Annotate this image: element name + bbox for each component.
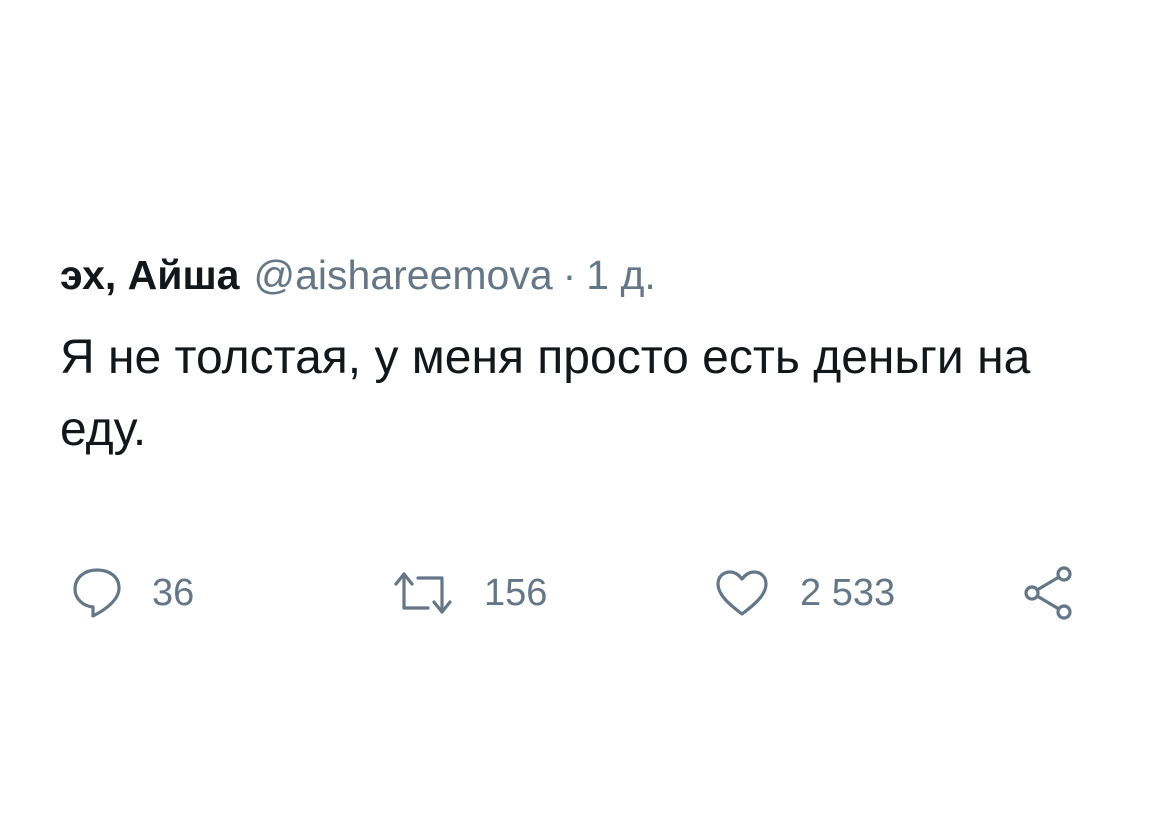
share-button[interactable]	[1020, 558, 1076, 628]
display-name[interactable]: эх, Айша	[60, 250, 239, 300]
user-handle[interactable]: @aishareemova	[253, 250, 552, 300]
reply-count: 36	[152, 571, 195, 614]
action-bar: 36 156 2 533	[72, 558, 1112, 628]
timestamp[interactable]: 1 д.	[586, 250, 656, 300]
retweet-icon	[392, 568, 454, 618]
separator-dot: ·	[562, 252, 577, 298]
like-count: 2 533	[800, 571, 896, 614]
tweet: эх, Айша @aishareemova · 1 д. Я не толст…	[60, 250, 1120, 466]
reply-icon	[72, 567, 122, 619]
like-button[interactable]: 2 533	[714, 558, 895, 628]
tweet-text: Я не толстая, у меня просто есть деньги …	[60, 331, 1031, 456]
tweet-header: эх, Айша @aishareemova · 1 д.	[60, 250, 1120, 300]
share-icon	[1020, 564, 1076, 622]
retweet-count: 156	[484, 571, 548, 614]
reply-button[interactable]: 36	[72, 558, 194, 628]
heart-icon	[714, 568, 770, 618]
retweet-button[interactable]: 156	[392, 558, 547, 628]
tweet-screenshot: эх, Айша @aishareemova · 1 д. Я не толст…	[0, 0, 1170, 825]
